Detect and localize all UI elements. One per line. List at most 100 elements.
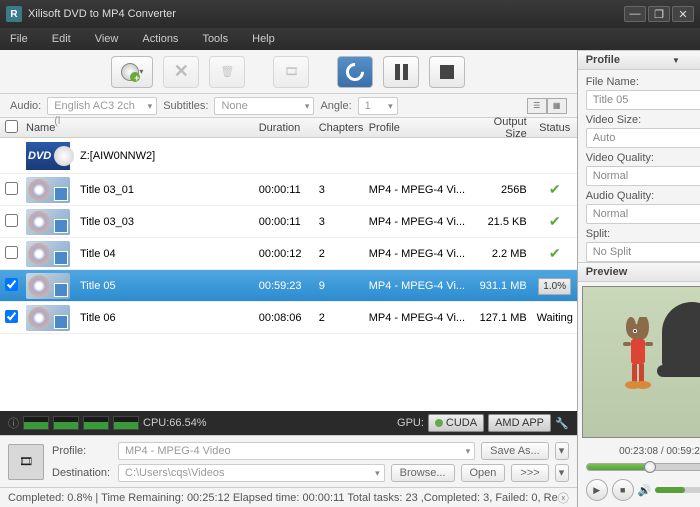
video-preview[interactable] — [582, 286, 700, 438]
amd-button[interactable]: AMD APP — [488, 414, 551, 432]
row-checkbox[interactable] — [5, 278, 18, 291]
cartoon-bell — [662, 302, 700, 372]
view-grid-button[interactable]: ▦ — [547, 98, 567, 114]
filename-field[interactable]: Title 05 — [586, 90, 700, 110]
row-checkbox[interactable] — [5, 182, 18, 195]
subtitles-select[interactable]: None — [214, 97, 314, 115]
cartoon-character — [613, 317, 663, 397]
pause-button[interactable] — [383, 56, 419, 88]
menu-help[interactable]: Help — [252, 33, 275, 45]
open-button[interactable]: Open — [461, 464, 506, 482]
cpu-gpu-bar: ⓘ CPU:66.54% GPU: CUDA AMD APP 🔧 — [0, 411, 577, 435]
volume-icon[interactable]: 🔊 — [638, 484, 652, 497]
row-checkbox[interactable] — [5, 214, 18, 227]
preview-panel-title: Preview — [586, 266, 628, 278]
file-list: DVD Z:[AIW0NNW2] Title 03_0100:00:113MP4… — [0, 138, 577, 411]
clip-button[interactable]: 🎞 — [273, 56, 309, 88]
row-checkbox[interactable] — [5, 246, 18, 259]
add-disc-button[interactable]: ▾ — [111, 56, 153, 88]
play-button[interactable]: ▶ — [586, 479, 608, 501]
header-duration[interactable]: Duration — [259, 122, 319, 134]
close-button[interactable]: ✕ — [672, 6, 694, 22]
stop-button[interactable] — [429, 56, 465, 88]
clear-button[interactable]: 🗑 — [209, 56, 245, 88]
cell-output: 931.1 MB — [473, 280, 533, 292]
cell-profile: MP4 - MPEG-4 Vi... — [369, 248, 473, 260]
preview-panel-header[interactable]: Preview ▶ — [578, 262, 700, 282]
check-icon: ✔ — [549, 181, 561, 197]
cell-output: 127.1 MB — [473, 312, 533, 324]
audio-select[interactable]: English AC3 2ch (l — [47, 97, 157, 115]
menu-file[interactable]: File — [10, 33, 28, 45]
videosize-select[interactable]: Auto — [586, 128, 700, 148]
status-text: Completed: 0.8% | Time Remaining: 00:25:… — [8, 492, 558, 504]
stream-selector-row: Audio: English AC3 2ch (l Subtitles: Non… — [0, 94, 577, 118]
table-row[interactable]: Title 03_0300:00:113MP4 - MPEG-4 Vi...21… — [0, 206, 577, 238]
split-select[interactable]: No Split — [586, 242, 700, 262]
minimize-button[interactable]: — — [624, 6, 646, 22]
skip-button[interactable]: >>> — [511, 464, 548, 482]
select-all-checkbox[interactable] — [5, 120, 18, 133]
dvd-thumb-text: DVD — [28, 150, 51, 162]
audio-label: Audio: — [10, 100, 41, 112]
cuda-button[interactable]: CUDA — [428, 414, 484, 432]
status-clear-icon[interactable]: ⓧ — [558, 490, 569, 506]
cell-duration: 00:08:06 — [259, 312, 319, 324]
header-chapters[interactable]: Chapters — [319, 122, 369, 134]
subtitles-label: Subtitles: — [163, 100, 208, 112]
table-row[interactable]: Title 03_0100:00:113MP4 - MPEG-4 Vi...25… — [0, 174, 577, 206]
dvd-thumbnail: DVD — [26, 142, 70, 170]
cuda-label: CUDA — [446, 417, 477, 429]
menu-edit[interactable]: Edit — [52, 33, 71, 45]
title-name: Title 04 — [70, 248, 259, 260]
cell-output: 2.2 MB — [473, 248, 533, 260]
delete-button[interactable]: ✕ — [163, 56, 199, 88]
volume-slider[interactable] — [655, 487, 700, 493]
cpu-label: CPU:66.54% — [143, 417, 207, 429]
title-thumbnail — [26, 273, 70, 299]
info-icon[interactable]: ⓘ — [8, 415, 19, 431]
stop-preview-button[interactable]: ■ — [612, 479, 634, 501]
audioquality-select[interactable]: Normal — [586, 204, 700, 224]
title-thumbnail — [26, 209, 70, 235]
view-list-button[interactable]: ☰ — [527, 98, 547, 114]
dest-menu-button[interactable]: ▾ — [555, 464, 569, 482]
maximize-button[interactable]: ❐ — [648, 6, 670, 22]
profile-panel-header[interactable]: Profile▼ ▶ — [578, 50, 700, 70]
check-icon: ✔ — [549, 213, 561, 229]
menu-view[interactable]: View — [95, 33, 119, 45]
title-name: Title 03_03 — [70, 216, 259, 228]
cell-chapters: 2 — [319, 312, 369, 324]
header-output[interactable]: Output Size — [473, 116, 533, 140]
profile-menu-button[interactable]: ▾ — [555, 442, 569, 460]
seek-thumb[interactable] — [644, 461, 656, 473]
cpu-core-meter — [53, 416, 79, 430]
destination-label: Destination: — [52, 467, 112, 479]
videoquality-select[interactable]: Normal — [586, 166, 700, 186]
stop-icon — [440, 65, 454, 79]
cell-profile: MP4 - MPEG-4 Vi... — [369, 280, 473, 292]
cell-duration: 00:00:11 — [259, 184, 319, 196]
table-row[interactable]: Title 0600:08:062MP4 - MPEG-4 Vi...127.1… — [0, 302, 577, 334]
convert-button[interactable] — [337, 56, 373, 88]
destination-field[interactable]: C:\Users\cqs\Videos — [118, 464, 385, 482]
table-row[interactable]: Title 0400:00:122MP4 - MPEG-4 Vi...2.2 M… — [0, 238, 577, 270]
title-name: Title 06 — [70, 312, 259, 324]
profile-select[interactable]: MP4 - MPEG-4 Video — [118, 442, 475, 460]
dvd-root-row[interactable]: DVD Z:[AIW0NNW2] — [0, 138, 577, 174]
menu-actions[interactable]: Actions — [142, 33, 178, 45]
header-status[interactable]: Status — [533, 122, 577, 134]
seek-bar[interactable] — [586, 463, 700, 471]
header-profile[interactable]: Profile — [369, 122, 473, 134]
table-row[interactable]: Title 0500:59:239MP4 - MPEG-4 Vi...931.1… — [0, 270, 577, 302]
settings-icon[interactable]: 🔧 — [555, 417, 569, 430]
browse-button[interactable]: Browse... — [391, 464, 455, 482]
videosize-label: Video Size: — [586, 114, 700, 126]
save-as-button[interactable]: Save As... — [481, 442, 549, 460]
angle-select[interactable]: 1 — [358, 97, 398, 115]
menu-tools[interactable]: Tools — [202, 33, 228, 45]
row-checkbox[interactable] — [5, 310, 18, 323]
gpu-label: GPU: — [397, 417, 424, 429]
title-name: Title 03_01 — [70, 184, 259, 196]
cell-chapters: 2 — [319, 248, 369, 260]
